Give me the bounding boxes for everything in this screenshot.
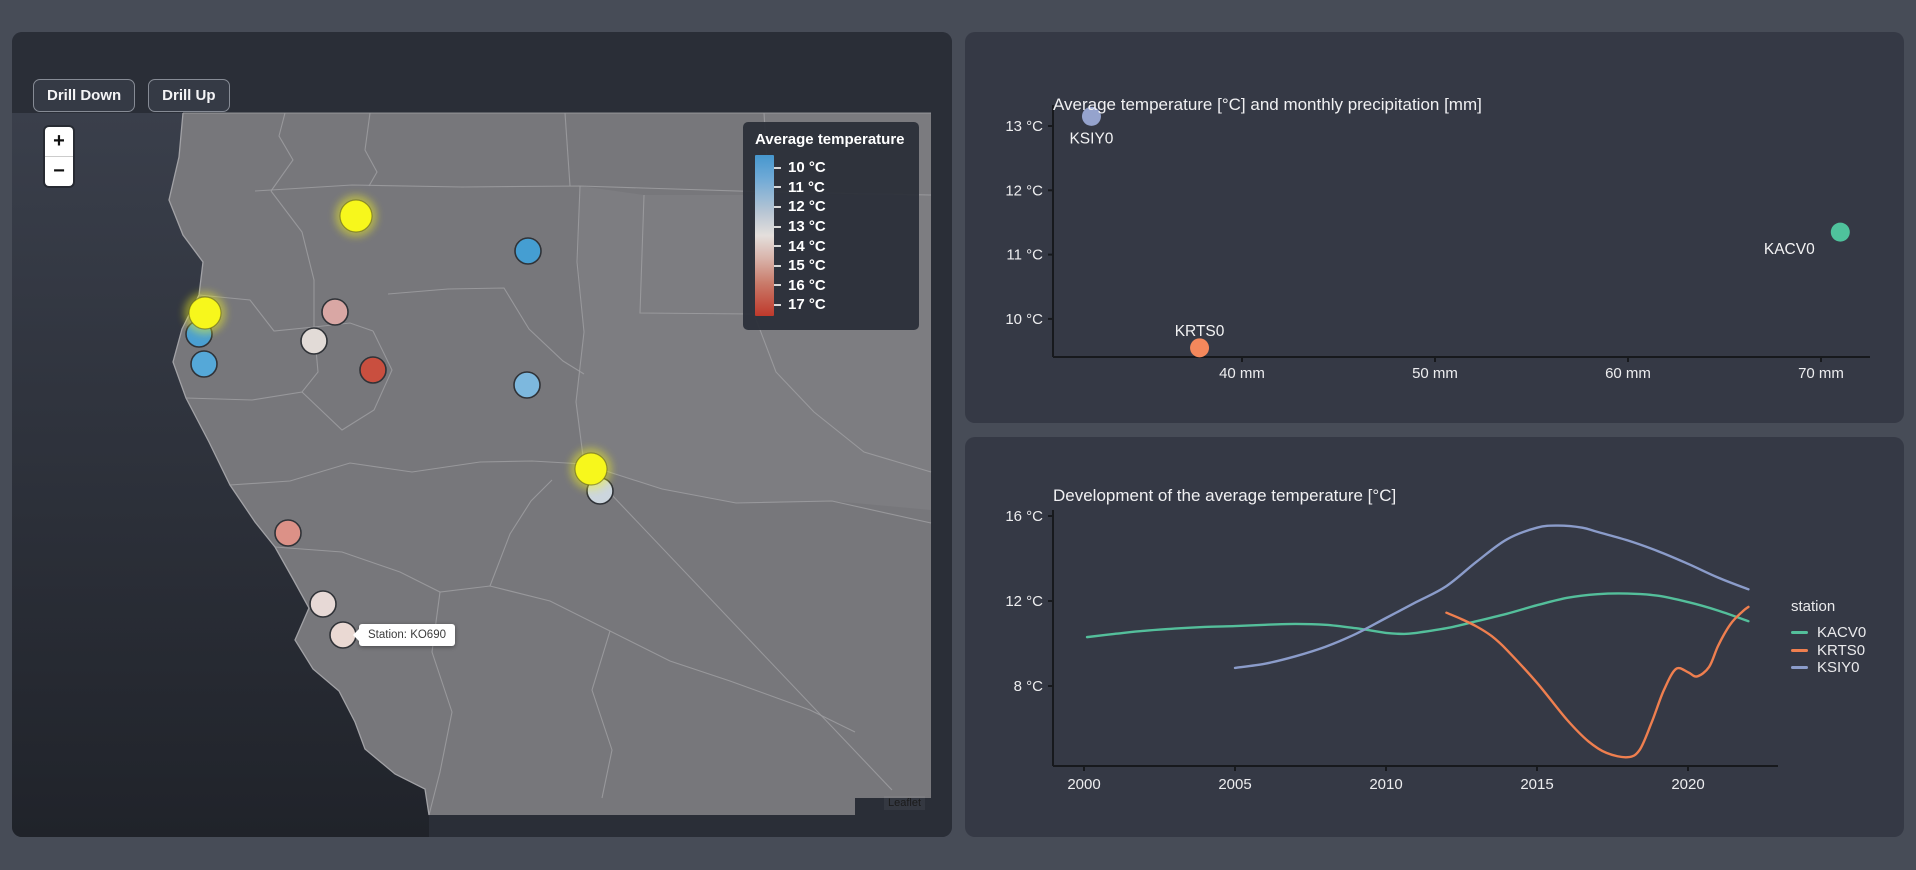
scatter-point-KRTS0 — [1190, 338, 1209, 357]
legend-label: KSIY0 — [1817, 659, 1860, 676]
dashboard: Drill Down Drill Up + − Average temperat… — [0, 0, 1916, 870]
station-marker-selected[interactable] — [340, 200, 372, 232]
line-chart-panel: Development of the average temperature [… — [965, 437, 1904, 837]
station-marker-selected[interactable] — [189, 297, 221, 329]
drill-up-button[interactable]: Drill Up — [148, 79, 229, 112]
map-legend-labels: 10 °C11 °C12 °C13 °C14 °C15 °C16 °C17 °C — [774, 158, 826, 316]
station-marker-selected[interactable] — [575, 453, 607, 485]
x-tick-label: 2000 — [1067, 776, 1100, 793]
station-marker[interactable] — [191, 351, 217, 377]
station-marker[interactable] — [310, 591, 336, 617]
map-legend-entry: 10 °C — [774, 158, 826, 178]
x-tick-label: 2015 — [1520, 776, 1553, 793]
y-tick-label: 13 °C — [1005, 118, 1043, 135]
legend-swatch — [1791, 649, 1808, 652]
scatter-chart: 13 °C 12 °C 11 °C 10 °C 40 mm 50 mm 60 mm 70 mm… — [965, 32, 1904, 423]
map-legend-title: Average temperature — [755, 131, 907, 148]
map-legend-entry: 11 °C — [774, 178, 826, 198]
line-chart-title: Development of the average temperature [… — [1053, 486, 1396, 506]
line-chart-legend: station KACV0KRTS0KSIY0 — [1791, 598, 1866, 677]
x-tick-label: 2020 — [1671, 776, 1704, 793]
leaflet-attribution[interactable]: Leaflet — [884, 796, 925, 810]
station-marker[interactable] — [514, 372, 540, 398]
station-marker[interactable] — [515, 238, 541, 264]
scatter-point-label: KSIY0 — [1069, 130, 1113, 147]
map-temperature-legend: Average temperature 10 °C11 °C12 °C13 °C… — [743, 122, 919, 330]
y-tick-label: 16 °C — [1005, 508, 1043, 525]
x-tick-label: 2005 — [1218, 776, 1251, 793]
legend-label: KACV0 — [1817, 624, 1866, 641]
map-legend-entry: 15 °C — [774, 256, 826, 276]
scatter-point-label: KRTS0 — [1175, 323, 1225, 340]
legend-label: KRTS0 — [1817, 642, 1865, 659]
legend-item-KRTS0: KRTS0 — [1791, 642, 1866, 660]
map-panel: Drill Down Drill Up + − Average temperat… — [12, 32, 952, 837]
scatter-panel: Average temperature [°C] and monthly pre… — [965, 32, 1904, 423]
legend-swatch — [1791, 666, 1808, 669]
scatter-point-label: KACV0 — [1764, 241, 1815, 258]
series-line-KSIY0 — [1235, 526, 1748, 668]
y-tick-label: 12 °C — [1005, 182, 1043, 199]
drill-button-group: Drill Down Drill Up — [33, 79, 230, 112]
series-line-KRTS0 — [1446, 607, 1748, 757]
scatter-title: Average temperature [°C] and monthly pre… — [1053, 95, 1482, 115]
legend-item-KACV0: KACV0 — [1791, 624, 1866, 642]
temperature-gradient-bar — [755, 155, 774, 316]
x-tick-label: 60 mm — [1605, 365, 1651, 382]
x-tick-label: 2010 — [1369, 776, 1402, 793]
map-legend-entry: 14 °C — [774, 236, 826, 256]
legend-item-KSIY0: KSIY0 — [1791, 659, 1866, 677]
map-legend-entry: 12 °C — [774, 197, 826, 217]
y-tick-label: 10 °C — [1005, 311, 1043, 328]
drill-down-button[interactable]: Drill Down — [33, 79, 135, 112]
zoom-out-button[interactable]: − — [45, 157, 73, 186]
map-legend-entry: 13 °C — [774, 217, 826, 237]
station-marker[interactable] — [360, 357, 386, 383]
zoom-in-button[interactable]: + — [45, 127, 73, 157]
x-tick-label: 70 mm — [1798, 365, 1844, 382]
map-legend-entry: 16 °C — [774, 276, 826, 296]
y-tick-label: 8 °C — [1014, 678, 1044, 695]
legend-heading: station — [1791, 598, 1866, 615]
x-tick-label: 50 mm — [1412, 365, 1458, 382]
scatter-point-KACV0 — [1831, 223, 1850, 242]
station-marker[interactable] — [322, 299, 348, 325]
legend-swatch — [1791, 631, 1808, 634]
y-tick-label: 11 °C — [1006, 247, 1043, 264]
y-tick-label: 12 °C — [1005, 593, 1043, 610]
map-legend-entry: 17 °C — [774, 295, 826, 315]
station-marker[interactable] — [275, 520, 301, 546]
map-zoom-control: + − — [45, 127, 73, 186]
x-tick-label: 40 mm — [1219, 365, 1265, 382]
station-marker[interactable] — [301, 328, 327, 354]
map-legend-body: 10 °C11 °C12 °C13 °C14 °C15 °C16 °C17 °C — [755, 155, 907, 316]
station-tooltip: Station: KO690 — [359, 624, 455, 646]
